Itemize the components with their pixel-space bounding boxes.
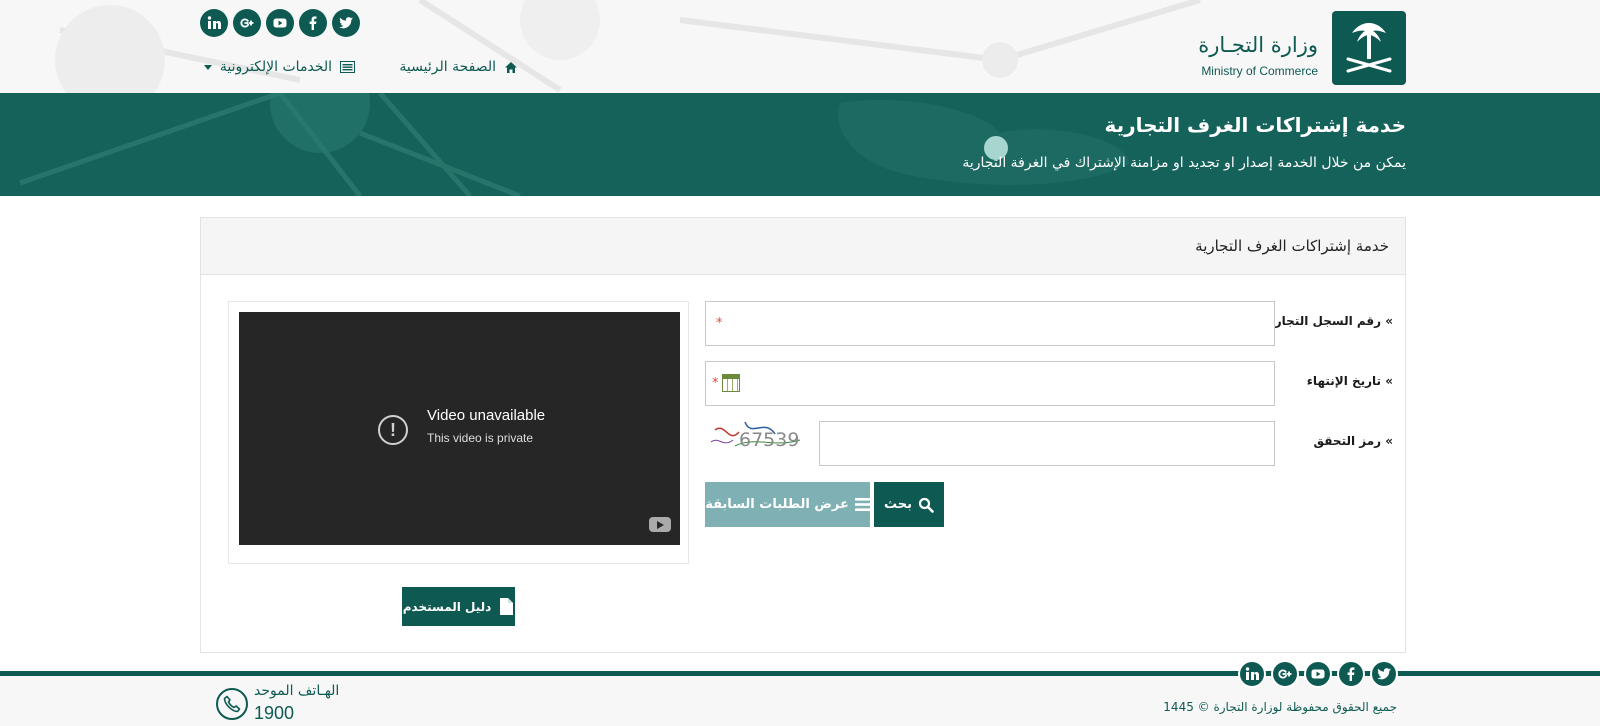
linkedin-icon[interactable] [1238,660,1266,688]
nav-eservices-dropdown[interactable]: الخدمات الإلكترونية [203,56,355,78]
youtube-icon[interactable] [266,9,294,37]
top-header: وزارة التجـارة Ministry of Commerce الصف… [0,0,1600,93]
nav-eservices-label: الخدمات الإلكترونية [219,59,332,75]
video-error-subtitle: This video is private [427,431,534,445]
nav-home-link[interactable]: الصفحة الرئيسية [399,56,518,78]
twitter-icon[interactable] [1370,660,1398,688]
unified-phone-label: الهـاتف الموحد [254,683,340,699]
ministry-logo[interactable]: وزارة التجـارة Ministry of Commerce [1194,11,1406,85]
twitter-icon[interactable] [332,9,360,37]
previous-requests-label: عرض الطلبات السابقة [705,497,849,512]
previous-requests-button[interactable]: عرض الطلبات السابقة [705,482,870,527]
expiry-date-input[interactable]: * [705,361,1275,406]
user-guide-button[interactable]: دليل المستخدم [402,587,515,626]
calendar-icon[interactable] [722,374,740,392]
unified-phone-number[interactable]: 1900 [254,703,294,724]
cr-number-input[interactable]: * [705,301,1275,346]
user-guide-label: دليل المستخدم [402,599,492,614]
phone-icon[interactable] [216,688,248,720]
alert-circle-icon: ! [378,415,408,445]
captcha-image: 67539 [705,418,805,454]
google-plus-icon[interactable] [233,9,261,37]
file-icon [500,598,514,615]
expiry-date-label: » تاريخ الإنتهاء [1306,374,1393,388]
panel-header: خدمة إشتراكات الغرف التجارية [201,218,1405,275]
search-button-label: بحث [884,497,913,512]
banner-title: خدمة إشتراكات الغرف التجارية [1104,113,1406,137]
search-icon [918,497,934,513]
hero-banner: خدمة إشتراكات الغرف التجارية يمكن من خلا… [0,93,1600,196]
social-links-footer [1238,660,1398,688]
youtube-icon[interactable] [1304,660,1332,688]
captcha-label: » رمز التحقق [1313,434,1393,448]
tutorial-video-frame: ! Video unavailable This video is privat… [228,301,689,564]
home-icon [505,61,517,73]
embedded-video-player[interactable]: ! Video unavailable This video is privat… [239,312,680,545]
logo-english-text: Ministry of Commerce [1201,64,1318,78]
list-icon [340,61,355,73]
youtube-logo-icon[interactable] [649,517,671,532]
video-error-title: Video unavailable [427,407,546,424]
copyright-text: جميع الحقوق محفوظة لوزارة التجارة © 1445 [1163,700,1397,714]
nav-home-label: الصفحة الرئيسية [399,59,496,75]
panel-title: خدمة إشتراكات الغرف التجارية [1195,237,1389,255]
facebook-icon[interactable] [299,9,327,37]
palm-swords-emblem-icon [1332,11,1406,85]
caret-down-icon [203,64,212,70]
logo-arabic-text: وزارة التجـارة [1198,33,1318,57]
cr-number-label: » رقم السجل التجاري [1263,314,1393,328]
banner-network-pattern [19,93,1130,196]
banner-subtitle: يمكن من خلال الخدمة إصدار او تجديد او مز… [962,155,1406,171]
captcha-code: 67539 [739,429,800,451]
linkedin-icon[interactable] [200,9,228,37]
google-plus-icon[interactable] [1271,660,1299,688]
facebook-icon[interactable] [1337,660,1365,688]
required-marker: * [712,376,719,391]
social-links-top [200,9,360,37]
menu-bars-icon [854,498,870,511]
search-button[interactable]: بحث [874,482,944,527]
captcha-input[interactable] [819,421,1275,466]
service-panel: خدمة إشتراكات الغرف التجارية » رقم السجل… [200,217,1406,653]
required-marker: * [716,316,723,331]
